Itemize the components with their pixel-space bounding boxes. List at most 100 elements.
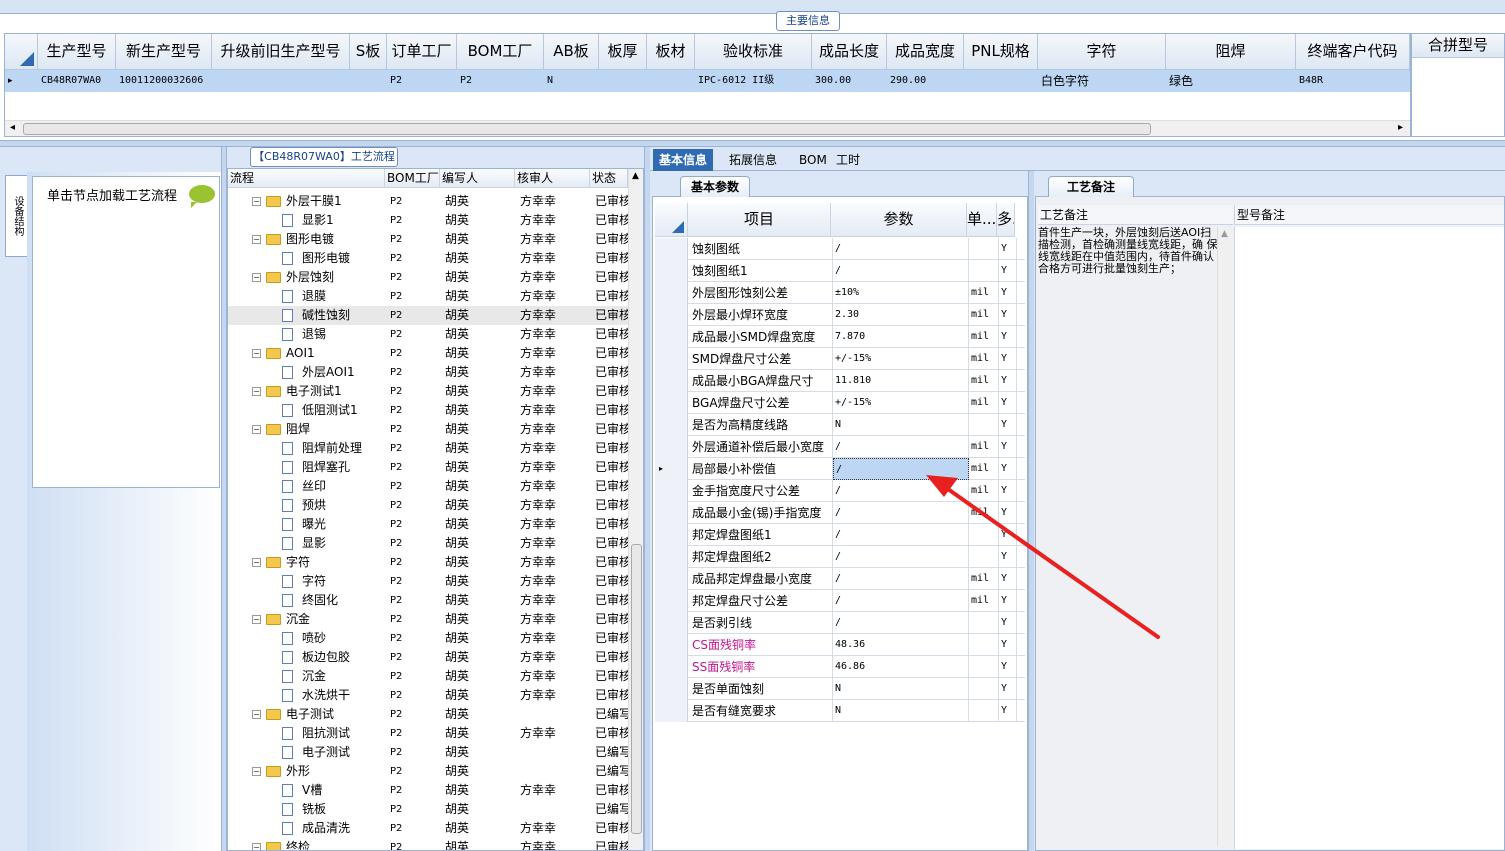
scroll-up-icon[interactable]: ▲ (1221, 229, 1228, 239)
param-flag[interactable]: Y (999, 282, 1017, 304)
column-header[interactable]: PNL规格 (964, 34, 1038, 70)
param-unit[interactable]: mil (969, 590, 999, 612)
collapse-icon[interactable]: − (252, 197, 261, 206)
param-value[interactable]: +/-15% (833, 392, 969, 414)
column-header[interactable]: 字符 (1038, 34, 1166, 70)
param-item[interactable]: 成品邦定焊盘最小宽度 (690, 568, 833, 590)
tree-row[interactable]: 低阻测试1 P2 胡英 方幸幸 已审核 (228, 401, 628, 420)
param-flag[interactable]: Y (999, 458, 1017, 480)
tree-row[interactable]: 铣板 P2 胡英 已编写 (228, 800, 628, 819)
param-flag[interactable]: Y (999, 612, 1017, 634)
tree-row[interactable]: − 沉金 P2 胡英 方幸幸 已审核 (228, 610, 628, 629)
param-row[interactable]: 成品最小金(锡)手指宽度 / mil Y (655, 502, 1025, 524)
tab-basic-params[interactable]: 基本参数 (680, 176, 750, 197)
collapse-icon[interactable]: − (252, 425, 261, 434)
table-cell[interactable]: 290.00 (887, 70, 964, 92)
column-header[interactable]: 成品长度 (812, 34, 887, 70)
column-header[interactable]: BOM工厂 (385, 169, 440, 188)
param-value[interactable]: 48.36 (833, 634, 969, 656)
tree-row[interactable]: 显影1 P2 胡英 方幸幸 已审核 (228, 211, 628, 230)
param-row[interactable]: 是否有缝宽要求 N Y (655, 700, 1025, 722)
param-flag[interactable]: Y (999, 546, 1017, 568)
column-header[interactable]: 核审人 (515, 169, 590, 188)
tree-row[interactable]: − 图形电镀 P2 胡英 方幸幸 已审核 (228, 230, 628, 249)
param-value[interactable]: N (833, 678, 969, 700)
collapse-icon[interactable]: − (252, 767, 261, 776)
column-header[interactable]: 生产型号 (38, 34, 116, 70)
table-cell[interactable]: P2 (457, 70, 544, 92)
param-value[interactable]: +/-15% (833, 348, 969, 370)
param-value[interactable]: / (833, 612, 969, 634)
param-item[interactable]: 外层通道补偿后最小宽度 (690, 436, 833, 458)
column-header[interactable]: 项目 (688, 203, 831, 237)
tree-row[interactable]: 字符 P2 胡英 方幸幸 已审核 (228, 572, 628, 591)
column-header[interactable]: 状态 (590, 169, 628, 188)
vertical-scrollbar[interactable]: ▲ (1217, 227, 1232, 847)
param-row[interactable]: SMD焊盘尺寸公差 +/-15% mil Y (655, 348, 1025, 370)
param-row[interactable]: 是否剥引线 / Y (655, 612, 1025, 634)
collapse-icon[interactable]: − (252, 387, 261, 396)
tree-row[interactable]: 退膜 P2 胡英 方幸幸 已审核 (228, 287, 628, 306)
scroll-right-icon[interactable]: ▸ (1398, 122, 1403, 133)
param-value[interactable]: 2.30 (833, 304, 969, 326)
param-row[interactable]: SS面残铜率 46.86 Y (655, 656, 1025, 678)
column-header[interactable]: 成品宽度 (887, 34, 964, 70)
param-item[interactable]: 是否单面蚀刻 (690, 678, 833, 700)
tab-detail-2[interactable]: BOM (793, 149, 833, 171)
param-item[interactable]: 成品最小SMD焊盘宽度 (690, 326, 833, 348)
param-item[interactable]: 外层最小焊环宽度 (690, 304, 833, 326)
param-value[interactable]: / (833, 590, 969, 612)
tab-detail-0[interactable]: 基本信息 (653, 149, 714, 171)
tree-row[interactable]: 预烘 P2 胡英 方幸幸 已审核 (228, 496, 628, 515)
param-item[interactable]: 是否为高精度线路 (690, 414, 833, 436)
param-row[interactable]: 成品最小BGA焊盘尺寸 11.810 mil Y (655, 370, 1025, 392)
tree-row[interactable]: 阻焊塞孔 P2 胡英 方幸幸 已审核 (228, 458, 628, 477)
param-row[interactable]: 成品最小SMD焊盘宽度 7.870 mil Y (655, 326, 1025, 348)
tab-detail-1[interactable]: 拓展信息 (723, 149, 783, 171)
column-header[interactable]: 新生产型号 (116, 34, 212, 70)
param-row[interactable]: 金手指宽度尺寸公差 / mil Y (655, 480, 1025, 502)
tree-row[interactable]: − 字符 P2 胡英 方幸幸 已审核 (228, 553, 628, 572)
tree-row[interactable]: − 外层干膜1 P2 胡英 方幸幸 已审核 (228, 192, 628, 211)
param-unit[interactable]: mil (969, 436, 999, 458)
tab-process-remarks[interactable]: 工艺备注 (1048, 176, 1134, 197)
param-item[interactable]: SMD焊盘尺寸公差 (690, 348, 833, 370)
param-flag[interactable]: Y (999, 304, 1017, 326)
param-unit[interactable]: mil (969, 568, 999, 590)
tree-row[interactable]: − 阻焊 P2 胡英 方幸幸 已审核 (228, 420, 628, 439)
table-cell[interactable]: 300.00 (812, 70, 887, 92)
param-item[interactable]: 局部最小补偿值 (690, 458, 833, 480)
table-cell[interactable]: IPC-6012 II级 (695, 70, 812, 92)
param-item[interactable]: 是否剥引线 (690, 612, 833, 634)
param-value[interactable]: / (833, 436, 969, 458)
tree-row[interactable]: 电子测试 P2 胡英 已编写 (228, 743, 628, 762)
param-value[interactable]: / (833, 260, 969, 282)
param-value[interactable]: ±10% (833, 282, 969, 304)
table-cell[interactable]: 10011200032606 (116, 70, 212, 92)
table-cell[interactable] (964, 70, 1038, 92)
param-value[interactable]: / (833, 238, 969, 260)
column-header[interactable]: 编写人 (440, 169, 515, 188)
param-row[interactable]: CS面残铜率 48.36 Y (655, 634, 1025, 656)
scroll-thumb[interactable] (631, 544, 642, 834)
param-flag[interactable]: Y (999, 392, 1017, 414)
column-header[interactable]: 单... (967, 203, 997, 237)
vertical-splitter[interactable] (1028, 171, 1034, 851)
collapse-icon[interactable]: − (252, 615, 261, 624)
tree-row[interactable]: 水洗烘干 P2 胡英 方幸幸 已审核 (228, 686, 628, 705)
param-item[interactable]: 金手指宽度尺寸公差 (690, 480, 833, 502)
param-row[interactable]: 蚀刻图纸1/ Y (655, 260, 1025, 282)
tree-row[interactable]: − AOI1 P2 胡英 方幸幸 已审核 (228, 344, 628, 363)
param-value[interactable]: / (833, 480, 969, 502)
param-value[interactable]: 46.86 (833, 656, 969, 678)
model-remark-text[interactable] (1234, 227, 1504, 849)
param-unit[interactable]: mil (969, 502, 999, 524)
column-header[interactable]: 终端客户代码 (1296, 34, 1410, 70)
horizontal-scrollbar[interactable]: ◂ ▸ (5, 120, 1410, 136)
collapse-icon[interactable]: − (252, 710, 261, 719)
param-unit[interactable] (969, 656, 999, 678)
column-header[interactable]: 订单工厂 (387, 34, 457, 70)
column-header[interactable]: 阻焊 (1166, 34, 1296, 70)
param-flag[interactable]: Y (999, 656, 1017, 678)
param-unit[interactable] (969, 414, 999, 436)
